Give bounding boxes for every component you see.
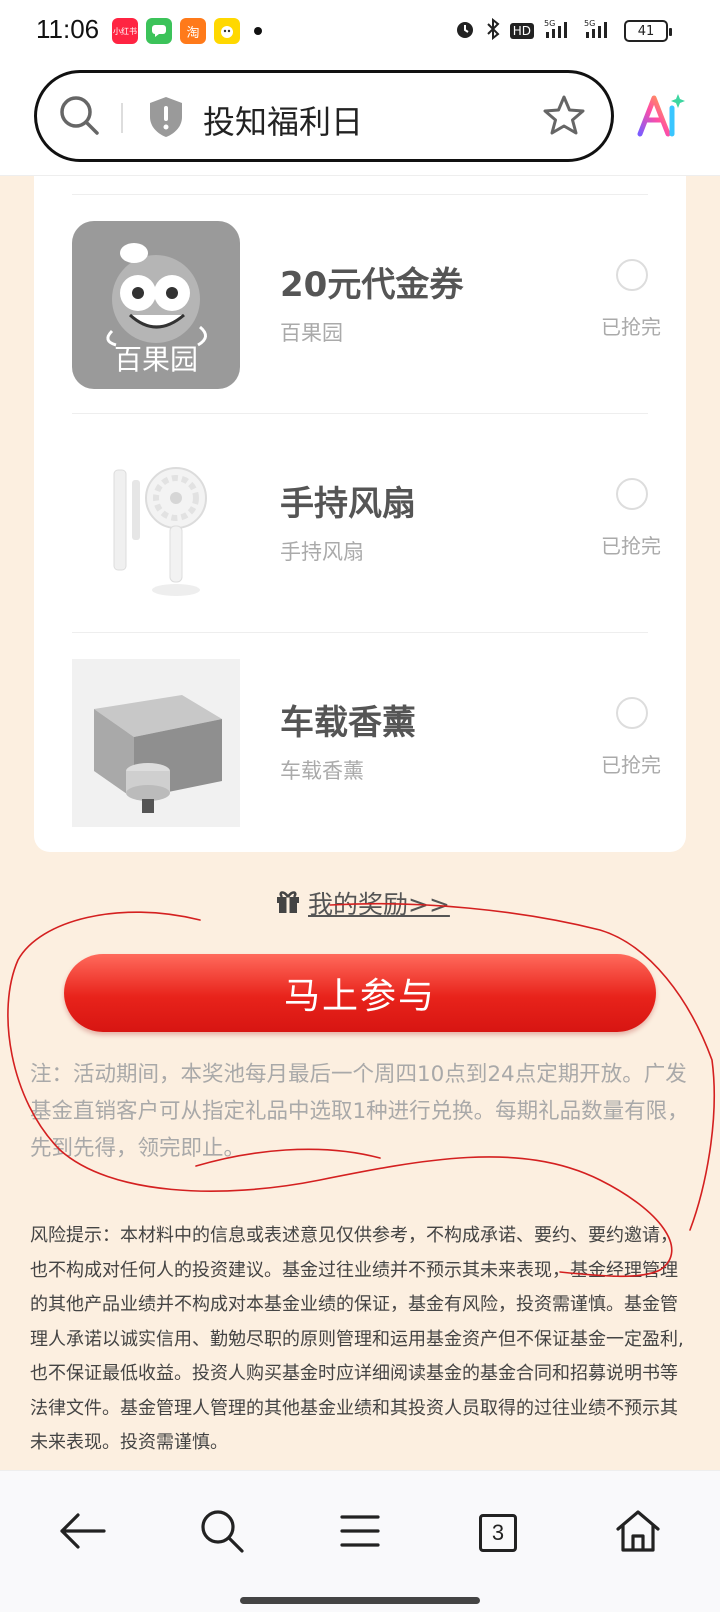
status-bar: 11:06 小红书 淘 HD 5G 5G 41 bbox=[0, 0, 720, 64]
tab-count: 3 bbox=[491, 1520, 505, 1545]
tabs-button[interactable]: 3 bbox=[470, 1505, 526, 1561]
risk-notice: 风险提示：本材料中的信息或表述意见仅供参考，不构成承诺、要约、要约邀请，也不构成… bbox=[30, 1225, 684, 1453]
menu-icon bbox=[340, 1513, 380, 1553]
gift-subtitle: 百果园 bbox=[280, 321, 343, 345]
home-icon bbox=[615, 1509, 661, 1557]
shield-warning-icon[interactable] bbox=[147, 95, 185, 143]
svg-text:5G: 5G bbox=[584, 19, 595, 28]
search-icon[interactable] bbox=[57, 93, 103, 143]
svg-text:5G: 5G bbox=[544, 19, 555, 28]
activity-note: 注：活动期间，本奖池每月最后一个周四10点到24点定期开放。广发基金直销客户可从… bbox=[30, 1062, 689, 1161]
gift-select-radio[interactable] bbox=[616, 478, 648, 510]
back-button[interactable] bbox=[54, 1505, 110, 1561]
pagoda-logo-text: 百果园 bbox=[114, 343, 198, 376]
pagoda-logo-image: 百果园 bbox=[72, 221, 240, 389]
alarm-icon bbox=[454, 18, 476, 44]
browser-bottom-nav: 3 bbox=[0, 1470, 720, 1612]
my-rewards-link[interactable]: 我的奖励>> bbox=[276, 885, 450, 921]
battery-indicator: 41 bbox=[624, 20, 672, 42]
handheld-fan-image bbox=[72, 440, 240, 608]
search-divider bbox=[121, 103, 123, 133]
gift-subtitle: 车载香薰 bbox=[280, 759, 364, 783]
gift-title: 手持风扇 bbox=[280, 484, 416, 524]
ai-assistant-icon[interactable] bbox=[636, 92, 686, 142]
bluetooth-icon bbox=[486, 17, 500, 44]
gift-status: 已抢完 bbox=[601, 753, 661, 777]
messages-app-icon bbox=[146, 18, 172, 44]
my-rewards-label[interactable]: 我的奖励>> bbox=[308, 885, 450, 921]
notification-app-icons: 小红书 淘 bbox=[112, 18, 262, 44]
game-app-icon bbox=[214, 18, 240, 44]
browser-top-bar: 投知福利日 bbox=[0, 64, 720, 176]
gift-select-radio[interactable] bbox=[616, 697, 648, 729]
gift-title: 车载香薰 bbox=[280, 703, 416, 743]
search-icon bbox=[199, 1508, 245, 1558]
address-search-box[interactable]: 投知福利日 bbox=[34, 70, 614, 162]
gift-list-card: 百果园 20元代金券 百果园 已抢完 手持风扇 手持风扇 已抢完 车载香薰 车载… bbox=[34, 176, 686, 852]
search-button[interactable] bbox=[194, 1505, 250, 1561]
gift-select-radio[interactable] bbox=[616, 259, 648, 291]
more-notifications-dot-icon bbox=[254, 27, 262, 35]
hd-voice-badge: HD bbox=[509, 23, 534, 39]
gift-item-car-aroma[interactable]: 车载香薰 车载香薰 已抢完 bbox=[34, 633, 686, 852]
menu-button[interactable] bbox=[332, 1505, 388, 1561]
signal-5g-icon: 5G bbox=[544, 18, 574, 44]
gift-icon bbox=[276, 888, 300, 918]
gift-item-fan[interactable]: 手持风扇 手持风扇 已抢完 bbox=[34, 414, 686, 633]
gift-status: 已抢完 bbox=[601, 534, 661, 558]
car-aroma-image bbox=[72, 659, 240, 827]
gift-title: 20元代金券 bbox=[280, 265, 464, 305]
join-now-button[interactable]: 马上参与 bbox=[64, 954, 656, 1032]
signal-5g-secondary-icon: 5G bbox=[584, 18, 614, 44]
gift-status: 已抢完 bbox=[601, 315, 661, 339]
status-indicators: HD 5G 5G 41 bbox=[454, 17, 672, 44]
xiaohongshu-app-icon: 小红书 bbox=[112, 18, 138, 44]
back-icon bbox=[58, 1511, 106, 1555]
gift-item-voucher[interactable]: 百果园 20元代金券 百果园 已抢完 bbox=[34, 195, 686, 414]
status-time: 11:06 bbox=[36, 14, 100, 44]
tabs-icon: 3 bbox=[479, 1514, 517, 1552]
address-text[interactable]: 投知福利日 bbox=[203, 97, 363, 143]
gift-subtitle: 手持风扇 bbox=[280, 540, 364, 564]
bookmark-star-icon[interactable] bbox=[541, 93, 587, 143]
home-button[interactable] bbox=[610, 1505, 666, 1561]
taobao-app-icon: 淘 bbox=[180, 18, 206, 44]
home-indicator-bar[interactable] bbox=[240, 1597, 480, 1604]
